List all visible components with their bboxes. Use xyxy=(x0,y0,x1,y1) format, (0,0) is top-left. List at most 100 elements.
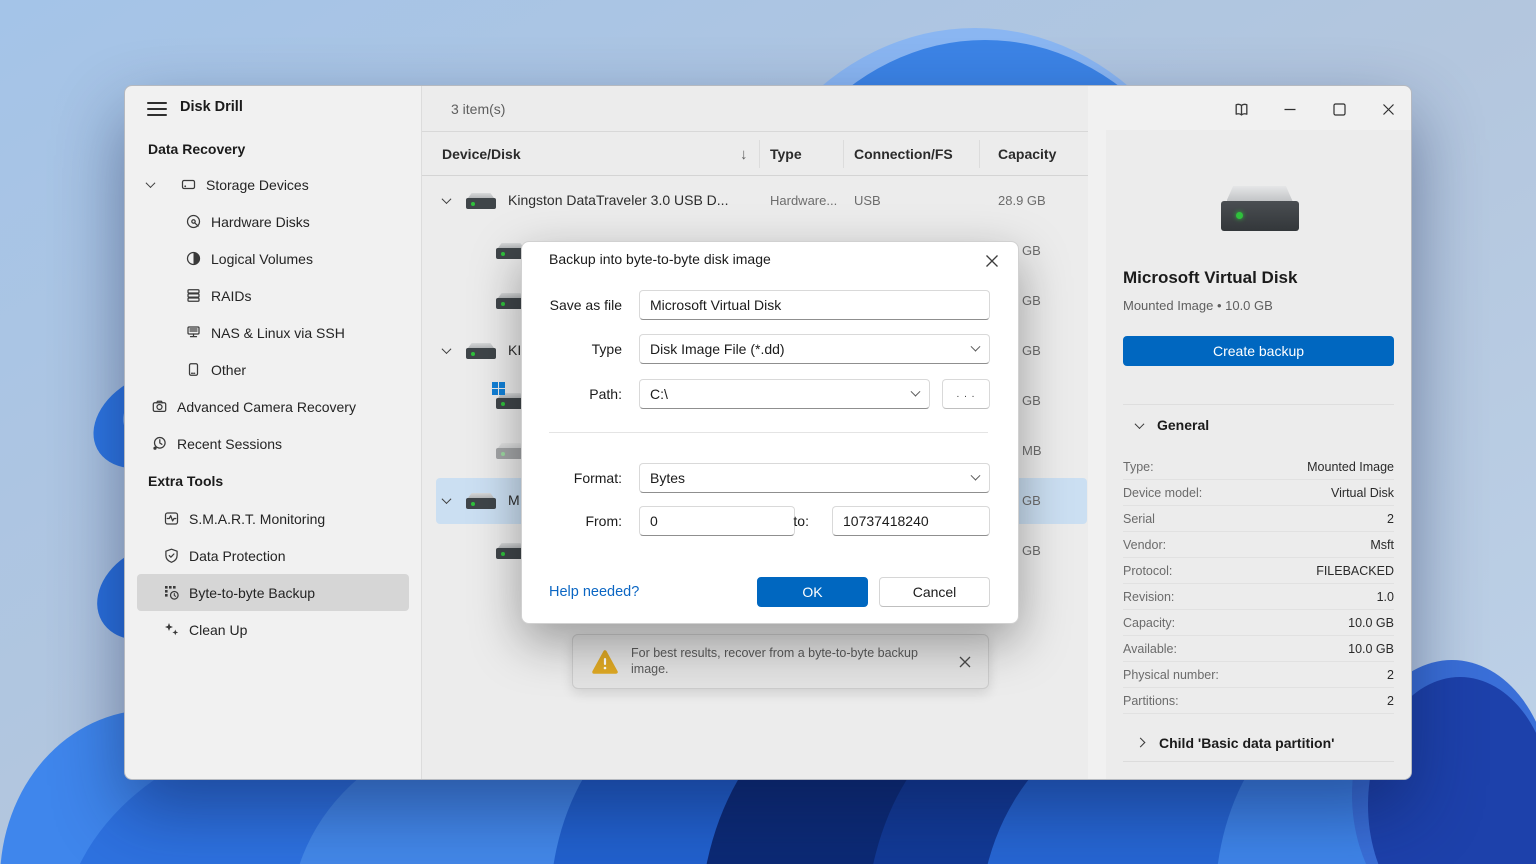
sidebar-item-smart-monitoring[interactable]: S.M.A.R.T. Monitoring xyxy=(137,500,409,537)
sort-arrow-icon[interactable]: ↓ xyxy=(740,132,748,176)
chevron-down-icon[interactable] xyxy=(442,194,452,204)
logical-volume-icon xyxy=(185,250,202,267)
hardware-disk-icon xyxy=(185,213,202,230)
save-as-input[interactable] xyxy=(639,290,990,320)
sidebar-item-other[interactable]: Other xyxy=(137,351,409,388)
chevron-down-icon[interactable] xyxy=(442,494,452,504)
column-separator xyxy=(759,140,760,168)
detail-row: Physical number:2 xyxy=(1123,662,1394,688)
column-header-type[interactable]: Type xyxy=(770,132,802,176)
raid-icon xyxy=(185,287,202,304)
detail-value: 10.0 GB xyxy=(1348,616,1394,630)
detail-row: Device model:Virtual Disk xyxy=(1123,480,1394,506)
sidebar-item-label: RAIDs xyxy=(211,288,251,304)
cancel-button[interactable]: Cancel xyxy=(879,577,990,607)
sidebar-item-label: Other xyxy=(211,362,246,378)
virtual-disk-illustration xyxy=(1221,186,1299,236)
sidebar-item-nas-linux-ssh[interactable]: NAS & Linux via SSH xyxy=(137,314,409,351)
sidebar-section-extra-tools: Extra Tools xyxy=(125,462,421,500)
create-backup-button[interactable]: Create backup xyxy=(1123,336,1394,366)
dialog-title: Backup into byte-to-byte disk image xyxy=(549,251,771,267)
detail-label: Available: xyxy=(1123,642,1177,656)
sidebar-item-byte-to-byte-backup[interactable]: Byte-to-byte Backup xyxy=(137,574,409,611)
path-value: C:\ xyxy=(650,386,668,402)
help-link[interactable]: Help needed? xyxy=(549,584,639,600)
general-section-header[interactable]: General xyxy=(1123,410,1394,440)
chevron-down-icon[interactable] xyxy=(146,178,156,188)
disk-drill-window: Disk Drill Data Recovery Storage Devices xyxy=(124,85,1412,780)
chevron-down-icon xyxy=(1135,419,1145,429)
detail-row: Revision:1.0 xyxy=(1123,584,1394,610)
toast-close-button[interactable] xyxy=(950,647,980,677)
path-dropdown[interactable]: C:\ xyxy=(639,379,930,409)
toast-message: For best results, recover from a byte-to… xyxy=(631,645,941,677)
items-count: 3 item(s) xyxy=(422,86,1088,132)
device-name: Kingston DataTraveler 3.0 USB D... xyxy=(508,192,728,208)
app-title: Disk Drill xyxy=(180,99,243,115)
type-dropdown[interactable]: Disk Image File (*.dd) xyxy=(639,334,990,364)
device-capacity: 28.9 GB xyxy=(998,193,1046,208)
ok-button[interactable]: OK xyxy=(757,577,868,607)
windows-logo-icon xyxy=(492,382,505,395)
sidebar: Data Recovery Storage Devices Hardware D… xyxy=(125,132,421,779)
sidebar-item-advanced-camera-recovery[interactable]: Advanced Camera Recovery xyxy=(137,388,409,425)
sidebar-item-label: NAS & Linux via SSH xyxy=(211,325,345,341)
detail-value: FILEBACKED xyxy=(1316,564,1394,578)
to-input[interactable] xyxy=(832,506,990,536)
sidebar-item-label: Recent Sessions xyxy=(177,436,282,452)
detail-label: Serial xyxy=(1123,512,1155,526)
close-icon xyxy=(1382,103,1395,116)
detail-row: Vendor:Msft xyxy=(1123,532,1394,558)
format-dropdown[interactable]: Bytes xyxy=(639,463,990,493)
sidebar-item-hardware-disks[interactable]: Hardware Disks xyxy=(137,203,409,240)
device-capacity: MB xyxy=(1022,443,1042,458)
detail-value: Msft xyxy=(1370,538,1394,552)
hamburger-menu-icon[interactable] xyxy=(147,100,167,118)
knowledge-base-button[interactable] xyxy=(1220,92,1262,126)
chevron-down-icon[interactable] xyxy=(442,344,452,354)
sidebar-item-logical-volumes[interactable]: Logical Volumes xyxy=(137,240,409,277)
window-close-button[interactable] xyxy=(1367,92,1409,126)
byte-backup-icon xyxy=(163,584,180,601)
column-header-capacity[interactable]: Capacity xyxy=(998,132,1056,176)
chevron-down-icon xyxy=(971,470,981,480)
detail-value: Virtual Disk xyxy=(1331,486,1394,500)
detail-row: Partitions:2 xyxy=(1123,688,1394,714)
minimize-icon xyxy=(1283,102,1297,116)
sidebar-item-recent-sessions[interactable]: Recent Sessions xyxy=(137,425,409,462)
camera-icon xyxy=(151,398,168,415)
browse-button[interactable]: . . . xyxy=(942,379,990,409)
detail-row: Type:Mounted Image xyxy=(1123,454,1394,480)
detail-row: Capacity:10.0 GB xyxy=(1123,610,1394,636)
sidebar-item-data-protection[interactable]: Data Protection xyxy=(137,537,409,574)
maximize-button[interactable] xyxy=(1318,92,1360,126)
child-partition-section-header[interactable]: Child 'Basic data partition' xyxy=(1123,724,1394,762)
minimize-button[interactable] xyxy=(1269,92,1311,126)
sidebar-item-clean-up[interactable]: Clean Up xyxy=(137,611,409,648)
type-label: Type xyxy=(522,334,622,364)
smart-monitor-icon xyxy=(163,510,180,527)
knowledge-base-icon xyxy=(1233,101,1250,118)
shield-icon xyxy=(163,547,180,564)
warning-toast: For best results, recover from a byte-to… xyxy=(572,634,989,689)
desktop: Disk Drill Data Recovery Storage Devices xyxy=(0,0,1536,864)
sidebar-item-raids[interactable]: RAIDs xyxy=(137,277,409,314)
path-label: Path: xyxy=(522,379,622,409)
column-header-device-disk[interactable]: Device/Disk xyxy=(442,132,521,176)
pane-divider xyxy=(1088,86,1106,779)
close-icon xyxy=(985,254,999,268)
detail-row: Serial2 xyxy=(1123,506,1394,532)
sidebar-item-label: S.M.A.R.T. Monitoring xyxy=(189,511,325,527)
detail-value: 1.0 xyxy=(1377,590,1394,604)
device-capacity: GB xyxy=(1022,543,1041,558)
column-header-connection-fs[interactable]: Connection/FS xyxy=(854,132,953,176)
detail-value: 10.0 GB xyxy=(1348,642,1394,656)
sidebar-section-data-recovery: Data Recovery xyxy=(125,132,421,166)
inspector-panel: Microsoft Virtual Disk Mounted Image • 1… xyxy=(1106,130,1412,779)
dialog-close-button[interactable] xyxy=(976,246,1008,276)
device-capacity: GB xyxy=(1022,343,1041,358)
details-list: Type:Mounted Image Device model:Virtual … xyxy=(1123,454,1394,714)
sidebar-item-label: Storage Devices xyxy=(206,177,309,193)
table-row-kingston-device[interactable]: Kingston DataTraveler 3.0 USB D... Hardw… xyxy=(422,176,1088,226)
sidebar-item-storage-devices[interactable]: Storage Devices xyxy=(137,166,409,203)
